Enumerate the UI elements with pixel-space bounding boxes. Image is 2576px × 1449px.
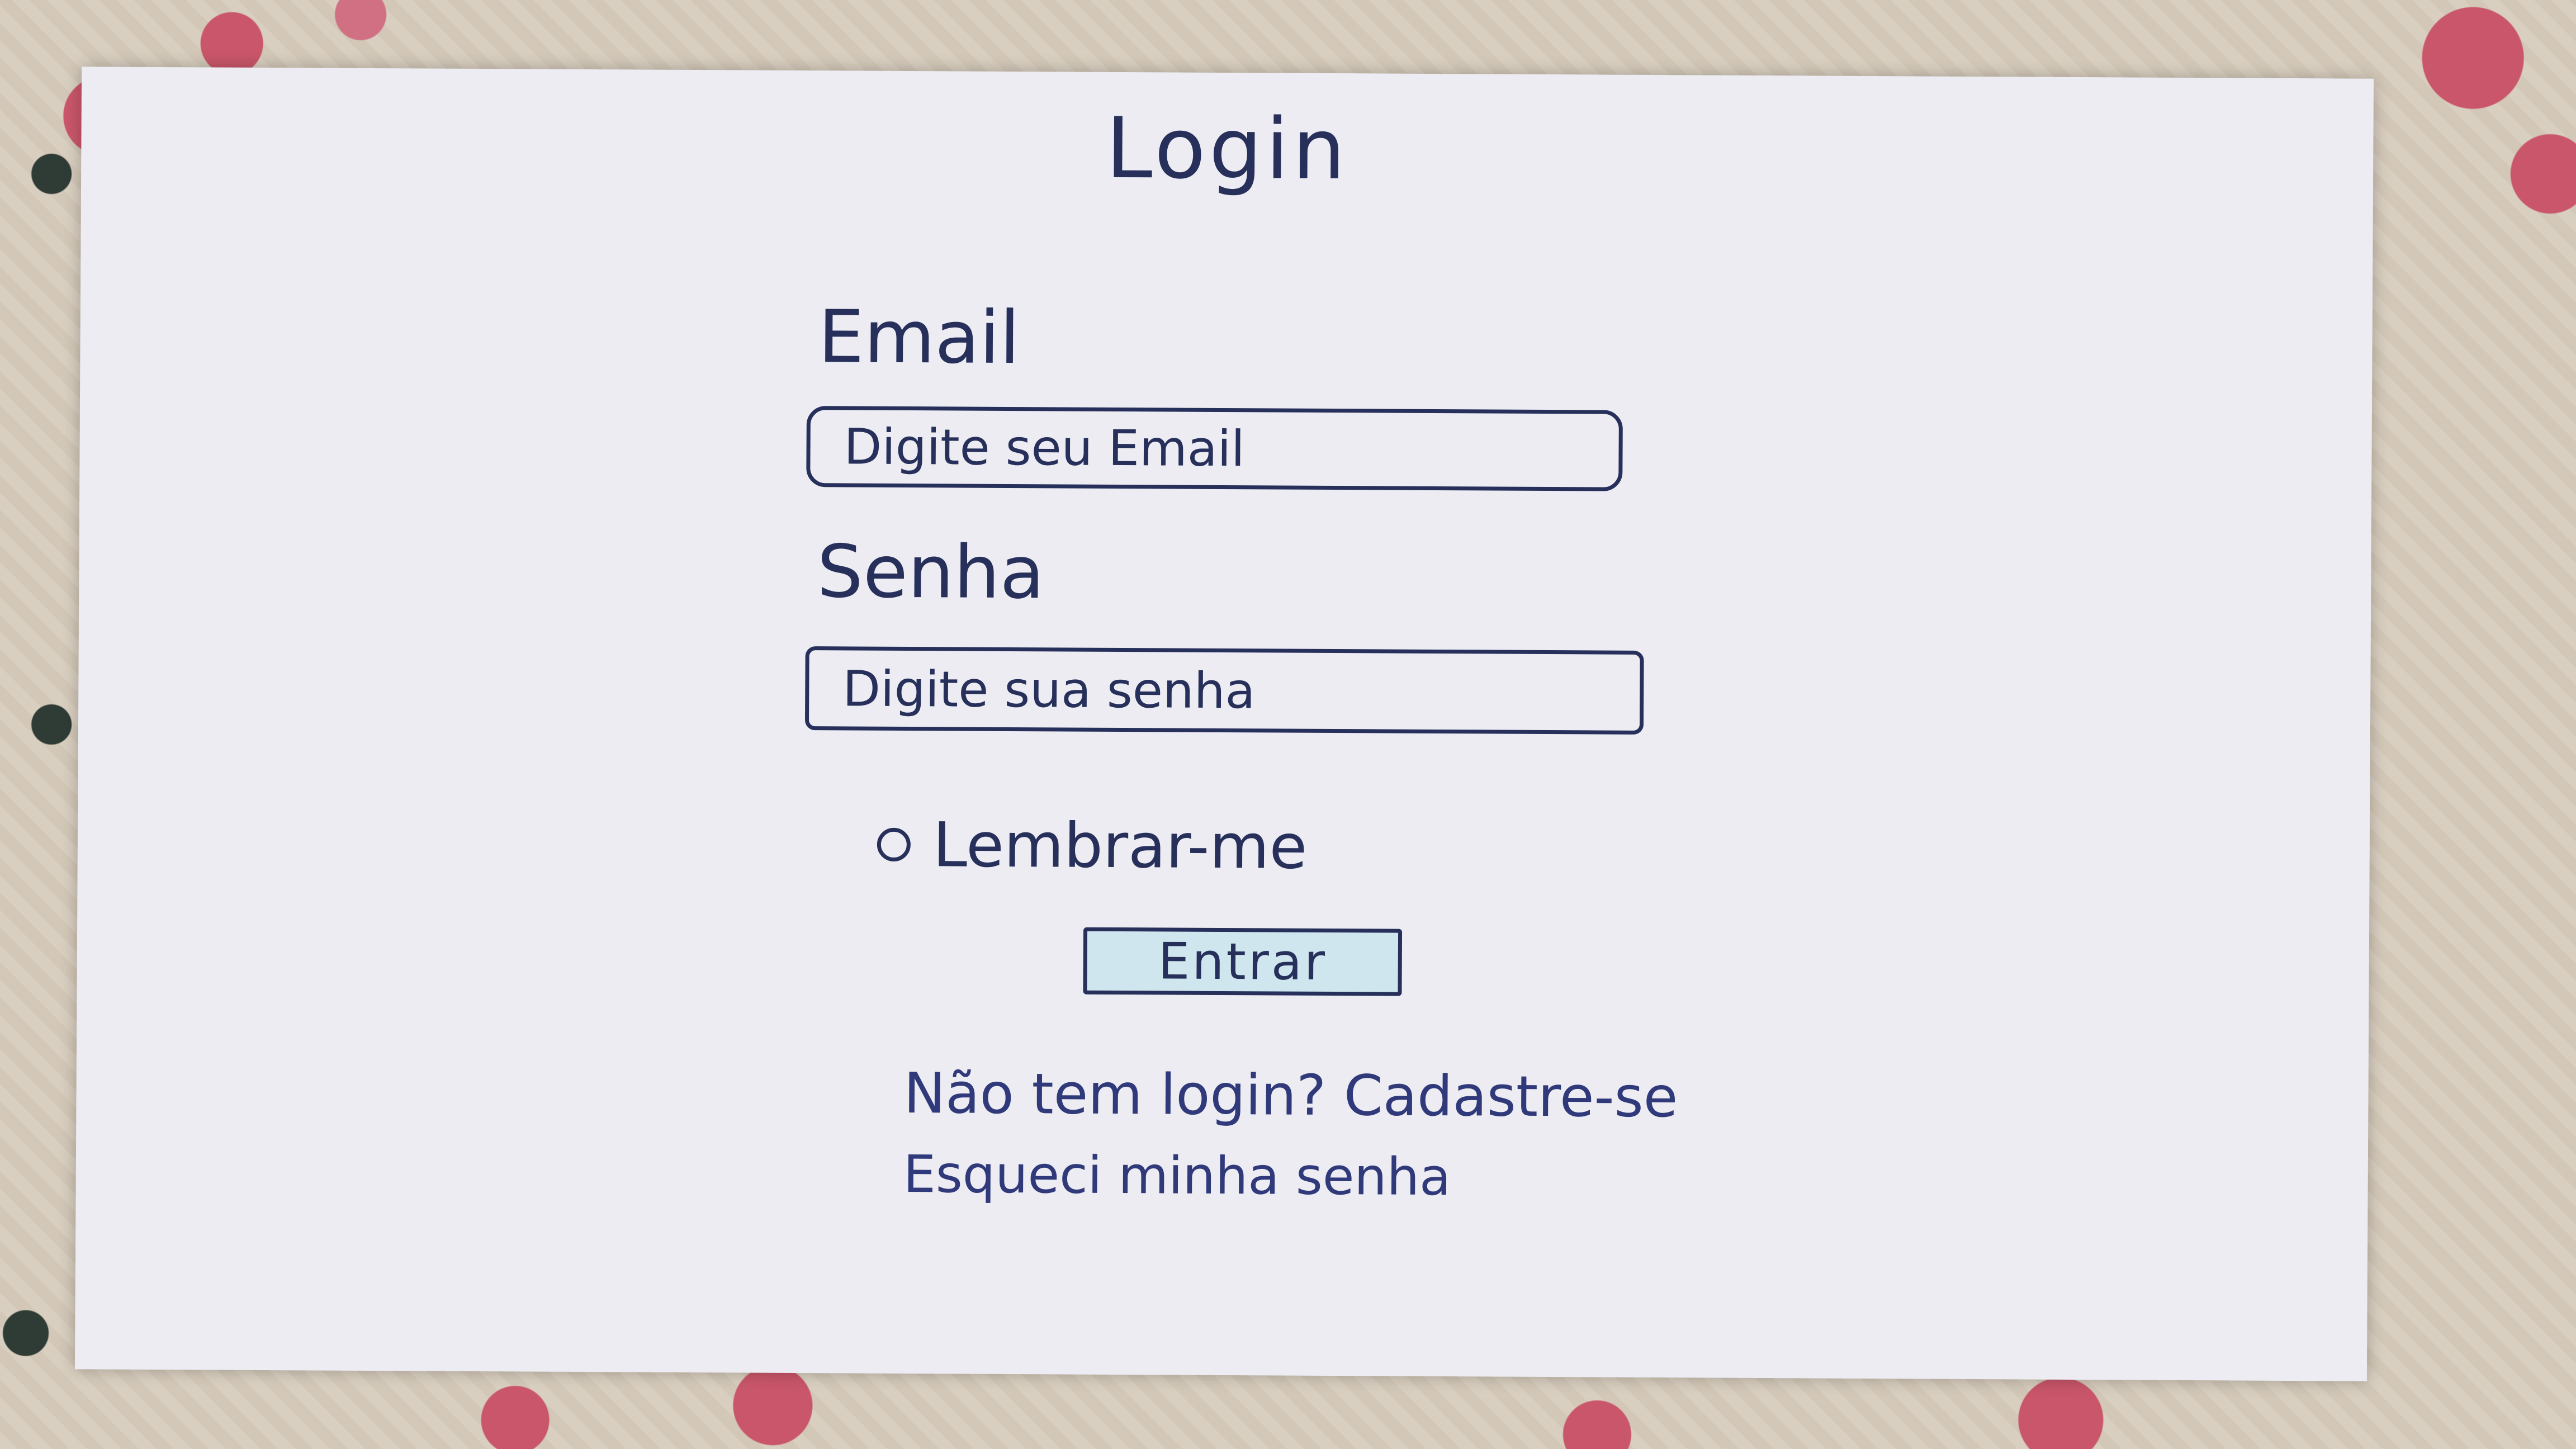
email-input[interactable] <box>806 406 1623 491</box>
email-label: Email <box>818 294 1020 381</box>
page-title: Login <box>1105 100 1349 199</box>
password-input[interactable] <box>804 646 1644 735</box>
paper-sheet: Login Email Senha Lembrar-me Entrar Não … <box>74 67 2374 1381</box>
signup-link[interactable]: Não tem login? Cadastre-se <box>903 1060 1678 1130</box>
forgot-password-link[interactable]: Esqueci minha senha <box>903 1144 1451 1207</box>
password-label: Senha <box>817 529 1045 615</box>
remember-me-option[interactable]: Lembrar-me <box>877 809 1308 883</box>
login-wireframe: Login Email Senha Lembrar-me Entrar Não … <box>75 67 2374 1381</box>
remember-me-label: Lembrar-me <box>932 809 1308 883</box>
submit-button[interactable]: Entrar <box>1083 927 1403 996</box>
remember-me-radio[interactable] <box>877 827 911 862</box>
